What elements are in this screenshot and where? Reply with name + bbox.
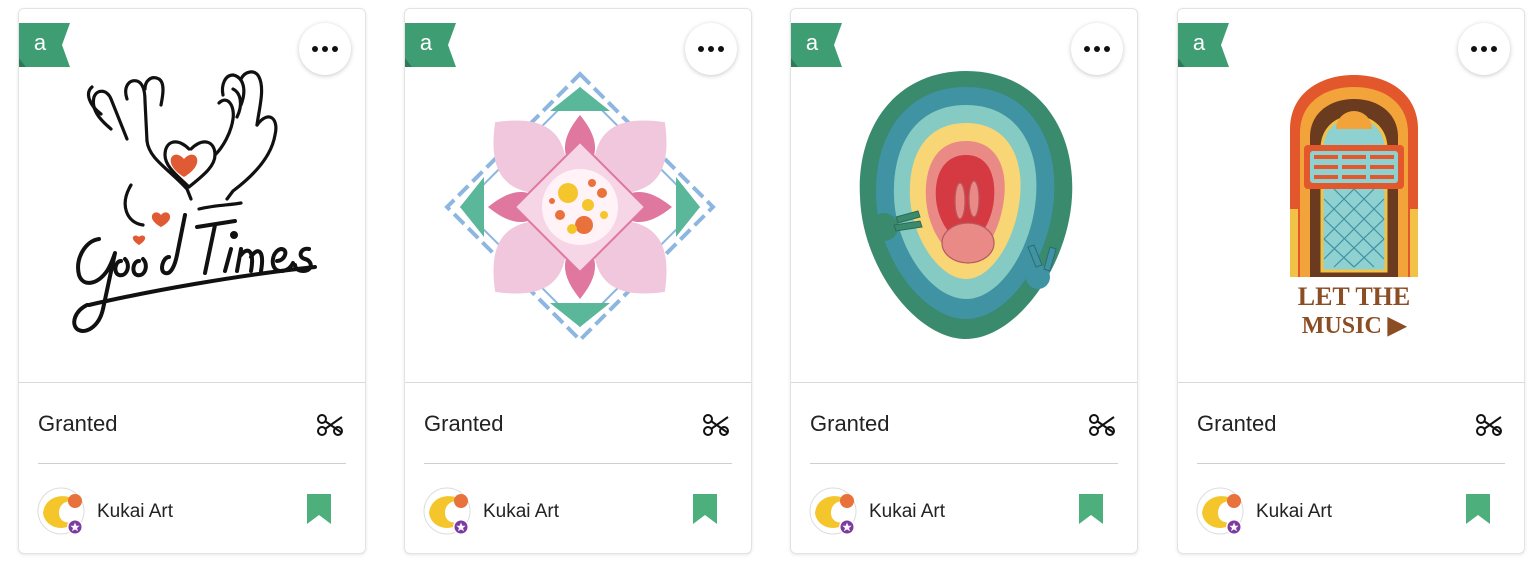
author-name[interactable]: Kukai Art: [1256, 501, 1332, 523]
a-letter-badge-icon: a: [791, 23, 842, 67]
author-row: Kukai Art: [423, 479, 732, 539]
badge-letter: a: [806, 30, 819, 55]
bookmark-icon[interactable]: [1078, 493, 1104, 525]
author-name[interactable]: Kukai Art: [869, 501, 945, 523]
bookmark-icon[interactable]: [1465, 493, 1491, 525]
status-label: Granted: [424, 411, 504, 436]
scissors-icon[interactable]: [316, 411, 344, 439]
author-row: Kukai Art: [1196, 479, 1505, 539]
a-letter-badge-icon: a: [1178, 23, 1229, 67]
design-card[interactable]: a Granted Kukai Art: [18, 8, 366, 554]
status-label: Granted: [38, 411, 118, 436]
ellipsis-icon: [698, 46, 704, 52]
design-card[interactable]: LET THE MUSIC ▶ a Granted Kukai Art: [1177, 8, 1525, 554]
author-row: Kukai Art: [809, 479, 1118, 539]
status-row: Granted: [810, 383, 1118, 464]
avatar[interactable]: [423, 485, 475, 537]
ellipsis-icon: [1471, 46, 1477, 52]
author-row: Kukai Art: [37, 479, 346, 539]
art-text-line2: MUSIC ▶: [1302, 313, 1408, 339]
scissors-icon[interactable]: [1088, 411, 1116, 439]
ellipsis-icon: [1084, 46, 1090, 52]
avatar[interactable]: [1196, 485, 1248, 537]
bookmark-icon[interactable]: [692, 493, 718, 525]
status-label: Granted: [1197, 411, 1277, 436]
author-name[interactable]: Kukai Art: [483, 501, 559, 523]
design-card[interactable]: a Granted Kukai Art: [790, 8, 1138, 554]
avatar[interactable]: [37, 485, 89, 537]
more-options-button[interactable]: [1458, 23, 1510, 75]
bookmark-icon[interactable]: [306, 493, 332, 525]
badge-letter: a: [1193, 30, 1206, 55]
a-letter-badge-icon: a: [19, 23, 70, 67]
author-name[interactable]: Kukai Art: [97, 501, 173, 523]
design-card[interactable]: a Granted Kukai Art: [404, 8, 752, 554]
ellipsis-icon: [312, 46, 318, 52]
more-options-button[interactable]: [685, 23, 737, 75]
status-row: Granted: [424, 383, 732, 464]
badge-letter: a: [420, 30, 433, 55]
status-label: Granted: [810, 411, 890, 436]
more-options-button[interactable]: [1071, 23, 1123, 75]
avatar[interactable]: [809, 485, 861, 537]
badge-letter: a: [34, 30, 47, 55]
status-row: Granted: [38, 383, 346, 464]
scissors-icon[interactable]: [1475, 411, 1503, 439]
scissors-icon[interactable]: [702, 411, 730, 439]
a-letter-badge-icon: a: [405, 23, 456, 67]
status-row: Granted: [1197, 383, 1505, 464]
more-options-button[interactable]: [299, 23, 351, 75]
art-text-line1: LET THE: [1298, 282, 1411, 311]
